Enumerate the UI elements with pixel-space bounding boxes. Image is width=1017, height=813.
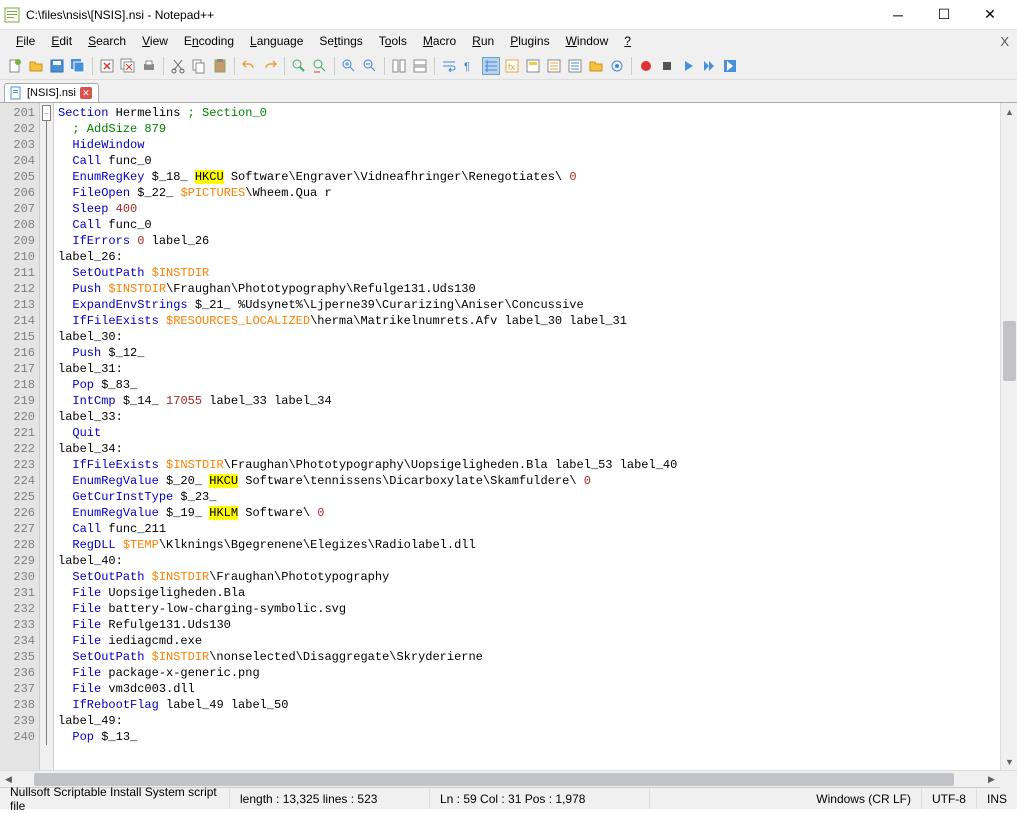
- record-icon[interactable]: [637, 57, 655, 75]
- window-controls: ─ ☐ ✕: [875, 0, 1013, 30]
- menu-help[interactable]: ?: [616, 32, 639, 50]
- indent-guide-icon[interactable]: [482, 57, 500, 75]
- print-icon[interactable]: [140, 57, 158, 75]
- replace-icon[interactable]: [311, 57, 329, 75]
- save-icon[interactable]: [48, 57, 66, 75]
- menu-file[interactable]: File: [8, 32, 43, 50]
- status-filetype: Nullsoft Scriptable Install System scrip…: [0, 788, 230, 809]
- file-icon: [9, 86, 23, 100]
- menu-run[interactable]: Run: [464, 32, 502, 50]
- scroll-left-arrow[interactable]: ◀: [0, 771, 17, 788]
- menu-encoding[interactable]: Encoding: [176, 32, 242, 50]
- horizontal-scrollbar[interactable]: ◀ ▶: [0, 770, 1017, 787]
- menu-edit[interactable]: Edit: [43, 32, 80, 50]
- status-bar: Nullsoft Scriptable Install System scrip…: [0, 787, 1017, 809]
- window-title: C:\files\nsis\[NSIS].nsi - Notepad++: [26, 8, 875, 22]
- stop-icon[interactable]: [658, 57, 676, 75]
- savemacro-icon[interactable]: [721, 57, 739, 75]
- hscroll-thumb[interactable]: [34, 773, 954, 786]
- copy-icon[interactable]: [190, 57, 208, 75]
- close-button[interactable]: ✕: [967, 0, 1013, 30]
- func-list-icon[interactable]: [566, 57, 584, 75]
- find-icon[interactable]: [290, 57, 308, 75]
- menu-settings[interactable]: Settings: [311, 32, 370, 50]
- scroll-thumb[interactable]: [1003, 321, 1016, 381]
- menu-bar: File Edit Search View Encoding Language …: [0, 30, 1017, 52]
- redo-icon[interactable]: [261, 57, 279, 75]
- menu-macro[interactable]: Macro: [415, 32, 464, 50]
- line-number-gutter: 2012022032042052062072082092102112122132…: [0, 103, 40, 770]
- allchars-icon[interactable]: ¶: [461, 57, 479, 75]
- zoom-in-icon[interactable]: [340, 57, 358, 75]
- title-bar: C:\files\nsis\[NSIS].nsi - Notepad++ ─ ☐…: [0, 0, 1017, 30]
- toolbar: ¶ fx: [0, 52, 1017, 80]
- lang-icon[interactable]: fx: [503, 57, 521, 75]
- undo-icon[interactable]: [240, 57, 258, 75]
- menu-view[interactable]: View: [134, 32, 176, 50]
- play-icon[interactable]: [679, 57, 697, 75]
- sync-h-icon[interactable]: [411, 57, 429, 75]
- menu-window[interactable]: Window: [558, 32, 617, 50]
- close-all-icon[interactable]: [119, 57, 137, 75]
- menubar-close-x[interactable]: X: [1000, 34, 1009, 49]
- tab-bar: [NSIS].nsi ✕: [0, 80, 1017, 102]
- save-all-icon[interactable]: [69, 57, 87, 75]
- status-position: Ln : 59 Col : 31 Pos : 1,978: [430, 788, 650, 809]
- fold-column[interactable]: −: [40, 103, 54, 770]
- cut-icon[interactable]: [169, 57, 187, 75]
- tab-label: [NSIS].nsi: [27, 87, 76, 99]
- monitor-icon[interactable]: [608, 57, 626, 75]
- menu-tools[interactable]: Tools: [371, 32, 415, 50]
- editor-area: 2012022032042052062072082092102112122132…: [0, 102, 1017, 770]
- minimize-button[interactable]: ─: [875, 0, 921, 30]
- scroll-down-arrow[interactable]: ▼: [1001, 753, 1017, 770]
- doc-list-icon[interactable]: [545, 57, 563, 75]
- paste-icon[interactable]: [211, 57, 229, 75]
- vertical-scrollbar[interactable]: ▲ ▼: [1000, 103, 1017, 770]
- tab-close-icon[interactable]: ✕: [80, 87, 92, 99]
- sync-v-icon[interactable]: [390, 57, 408, 75]
- zoom-out-icon[interactable]: [361, 57, 379, 75]
- scroll-right-arrow[interactable]: ▶: [983, 771, 1000, 788]
- close-file-icon[interactable]: [98, 57, 116, 75]
- folder-icon[interactable]: [587, 57, 605, 75]
- playfast-icon[interactable]: [700, 57, 718, 75]
- app-icon: [4, 7, 20, 23]
- doc-map-icon[interactable]: [524, 57, 542, 75]
- menu-language[interactable]: Language: [242, 32, 311, 50]
- new-file-icon[interactable]: [6, 57, 24, 75]
- status-mode: INS: [977, 788, 1017, 809]
- status-length: length : 13,325 lines : 523: [230, 788, 430, 809]
- scroll-up-arrow[interactable]: ▲: [1001, 103, 1017, 120]
- svg-text:fx: fx: [508, 62, 516, 72]
- open-file-icon[interactable]: [27, 57, 45, 75]
- menu-search[interactable]: Search: [80, 32, 134, 50]
- tab-active[interactable]: [NSIS].nsi ✕: [4, 83, 99, 102]
- maximize-button[interactable]: ☐: [921, 0, 967, 30]
- code-editor[interactable]: Section Hermelins ; Section_0 ; AddSize …: [54, 103, 1000, 770]
- status-encoding: UTF-8: [922, 788, 977, 809]
- svg-text:¶: ¶: [464, 61, 470, 73]
- status-eol: Windows (CR LF): [806, 788, 922, 809]
- menu-plugins[interactable]: Plugins: [502, 32, 557, 50]
- wordwrap-icon[interactable]: [440, 57, 458, 75]
